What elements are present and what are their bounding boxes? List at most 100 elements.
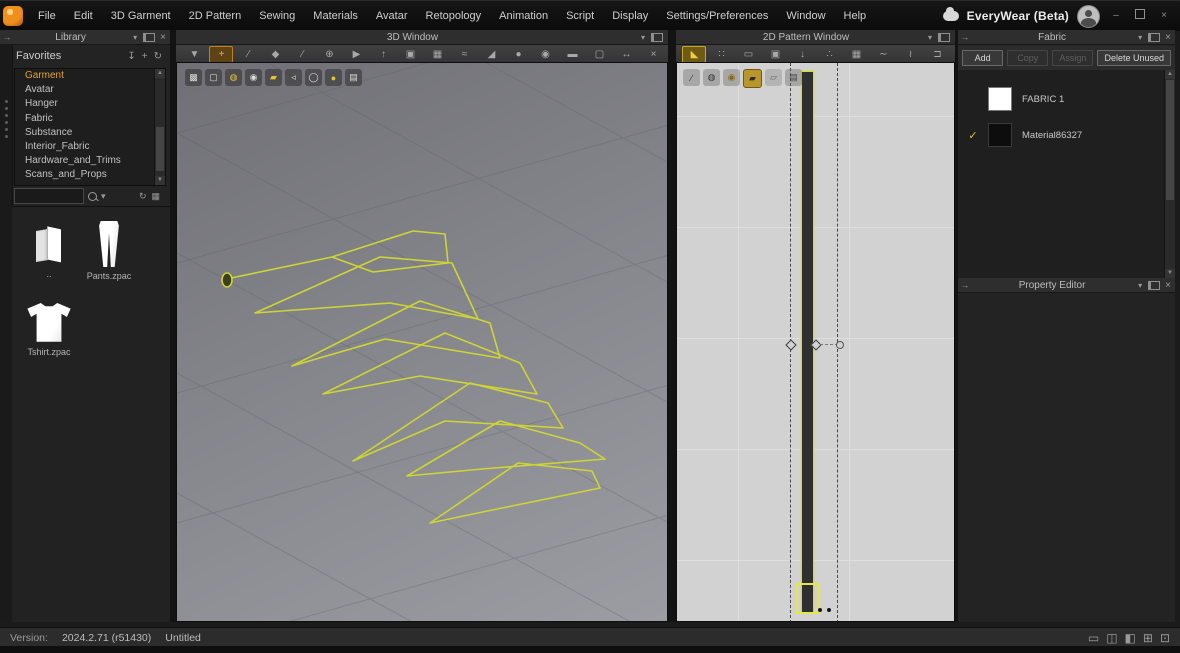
add-favorite-icon[interactable]: +	[142, 51, 148, 62]
restore-button[interactable]	[1132, 1, 1148, 31]
favorite-item-hanger[interactable]: Hanger	[15, 97, 165, 111]
close-button[interactable]: ×	[1156, 1, 1172, 31]
steam-tool-icon[interactable]: ≈	[452, 46, 476, 63]
library-collapse-icon[interactable]: →	[0, 32, 14, 42]
scroll-up-icon[interactable]: ▲	[1165, 70, 1175, 79]
show-pin-toggle-icon[interactable]: ●	[325, 69, 342, 86]
menu-retopology[interactable]: Retopology	[417, 1, 491, 31]
2d-window-dropdown-icon[interactable]: ▾	[922, 33, 938, 42]
assign-fabric-button[interactable]: Assign	[1052, 50, 1093, 66]
rectangle-tool-icon[interactable]: ▭	[736, 46, 760, 63]
show-avatar-mesh-toggle-icon[interactable]: ◉	[245, 69, 262, 86]
sphere-tool-icon[interactable]: ●	[506, 46, 530, 63]
menu-window[interactable]: Window	[777, 1, 834, 31]
sewing-machine-tool-icon[interactable]: ▣	[398, 46, 422, 63]
menu-edit[interactable]: Edit	[65, 1, 102, 31]
favorite-item-substance[interactable]: Substance	[15, 126, 165, 140]
splitter-3d-2d[interactable]	[668, 30, 676, 622]
dart-tool-icon[interactable]: ∴	[817, 46, 841, 63]
notch-dot[interactable]	[818, 608, 822, 612]
flatten-tool-icon[interactable]: ▬	[560, 46, 584, 63]
property-editor-close-icon[interactable]: ×	[1165, 280, 1171, 291]
measure-tool-icon[interactable]: ↔	[614, 46, 638, 63]
thumbnail-view-icon[interactable]: ▦	[151, 191, 160, 202]
menu-settings-preferences[interactable]: Settings/Preferences	[657, 1, 777, 31]
show-fabric-toggle-icon[interactable]: ▰	[265, 69, 282, 86]
stamp-toggle-icon[interactable]: ▤	[345, 69, 362, 86]
favorites-scrollbar[interactable]: ▲ ▼	[154, 69, 165, 185]
download-icon[interactable]: ↧	[127, 51, 135, 62]
show-gizmo-tool-icon[interactable]: ▼	[182, 46, 206, 63]
box-tool-icon[interactable]: ▢	[587, 46, 611, 63]
show-pattern-fill-toggle-icon[interactable]: ▰	[743, 69, 762, 88]
delete-unused-button[interactable]: Delete Unused	[1097, 50, 1171, 66]
menu-3d-garment[interactable]: 3D Garment	[102, 1, 180, 31]
show-arrow-toggle-icon[interactable]: ◃	[285, 69, 302, 86]
3d-window-dropdown-icon[interactable]: ▾	[635, 33, 651, 42]
curve-tool-icon[interactable]: ∼	[871, 46, 895, 63]
menu-avatar[interactable]: Avatar	[367, 1, 417, 31]
library-close-icon[interactable]: ×	[160, 32, 166, 43]
mannequin-tool-icon[interactable]: ◉	[533, 46, 557, 63]
select-cursor-tool-icon[interactable]: ▶	[344, 46, 368, 63]
guide-handle-right[interactable]	[836, 341, 844, 349]
favorite-item-garment[interactable]: Garment	[15, 69, 165, 83]
search-filter-dropdown-icon[interactable]: ▾	[101, 191, 106, 202]
fabric-popout-icon[interactable]	[1148, 33, 1160, 42]
edit-point-tool-icon[interactable]: ∷	[709, 46, 733, 63]
property-editor-dropdown-icon[interactable]: ▾	[1132, 281, 1148, 290]
move-tool-icon[interactable]: +	[209, 46, 233, 63]
2d-window-popout-icon[interactable]	[938, 33, 950, 42]
copy-fabric-button[interactable]: Copy	[1007, 50, 1048, 66]
pen-tool-icon[interactable]: ∕	[290, 46, 314, 63]
notch-dot[interactable]	[827, 608, 831, 612]
layout-quad-icon[interactable]: ⊞	[1143, 631, 1153, 645]
menu-animation[interactable]: Animation	[490, 1, 557, 31]
3d-pattern-outlines[interactable]	[177, 63, 668, 622]
transform-pattern-tool-icon[interactable]: ◣	[682, 46, 706, 63]
fabric-dropdown-icon[interactable]: ▾	[1132, 33, 1148, 42]
menu-2d-pattern[interactable]: 2D Pattern	[180, 1, 251, 31]
property-editor-collapse-icon[interactable]: →	[958, 280, 972, 290]
layout-reset-icon[interactable]: ⊡	[1160, 631, 1170, 645]
add-fabric-button[interactable]: Add	[962, 50, 1003, 66]
show-avatar-toggle-icon[interactable]: ▩	[185, 69, 202, 86]
arrangement-tool-icon[interactable]: ⊕	[317, 46, 341, 63]
show-pin-2d-toggle-icon[interactable]: ◍	[703, 69, 720, 86]
minimize-button[interactable]: –	[1108, 1, 1124, 31]
file-item-pants[interactable]: Pants.zpac	[80, 221, 138, 281]
fabric-item-fabric1[interactable]: FABRIC 1	[958, 82, 1163, 116]
3d-window-popout-icon[interactable]	[651, 33, 663, 42]
scroll-down-icon[interactable]: ▼	[1165, 269, 1175, 278]
fabric-item-material86327[interactable]: ✓ Material86327	[958, 118, 1163, 152]
favorite-item-interior-fabric[interactable]: Interior_Fabric	[15, 140, 165, 154]
layout-two-pane-icon[interactable]: ◫	[1106, 631, 1117, 645]
show-mannequin-toggle-icon[interactable]: ◯	[305, 69, 322, 86]
guide-handle-left[interactable]	[785, 339, 796, 350]
refresh-files-icon[interactable]: ↻	[139, 191, 147, 202]
show-info-toggle-icon[interactable]: ◉	[723, 69, 740, 86]
fabric-swatch-black[interactable]	[988, 123, 1012, 147]
show-seam-toggle-icon[interactable]: ∕	[683, 69, 700, 86]
layout-single-icon[interactable]: ▭	[1088, 631, 1099, 645]
grid-2d-tool-icon[interactable]: ▦	[844, 46, 868, 63]
shoe-tool-icon[interactable]: ◢	[479, 46, 503, 63]
file-item-parent-folder[interactable]: ..	[20, 225, 78, 279]
cut-tool-icon[interactable]: ×	[641, 46, 665, 63]
menu-help[interactable]: Help	[835, 1, 876, 31]
favorite-item-scans-and-props[interactable]: Scans_and_Props	[15, 168, 165, 182]
show-pattern-gear-toggle-icon[interactable]: ◍	[225, 69, 242, 86]
fabric-swatch-white[interactable]	[988, 87, 1012, 111]
menu-materials[interactable]: Materials	[304, 1, 367, 31]
library-popout-icon[interactable]	[143, 33, 155, 42]
file-item-tshirt[interactable]: Tshirt.zpac	[20, 303, 78, 357]
favorite-item-fabric[interactable]: Fabric	[15, 112, 165, 126]
trace-tool-icon[interactable]: ≀	[898, 46, 922, 63]
fabric-close-icon[interactable]: ×	[1165, 32, 1171, 43]
library-search-input[interactable]	[14, 188, 84, 204]
layout-mixed-icon[interactable]: ◧	[1125, 631, 1136, 645]
menu-file[interactable]: File	[29, 1, 65, 31]
2d-viewport[interactable]: ∕ ◍ ◉ ▰ ▱ ▤	[676, 62, 955, 622]
fabric-collapse-icon[interactable]: →	[958, 32, 972, 42]
refresh-icon[interactable]: ↻	[154, 51, 162, 62]
